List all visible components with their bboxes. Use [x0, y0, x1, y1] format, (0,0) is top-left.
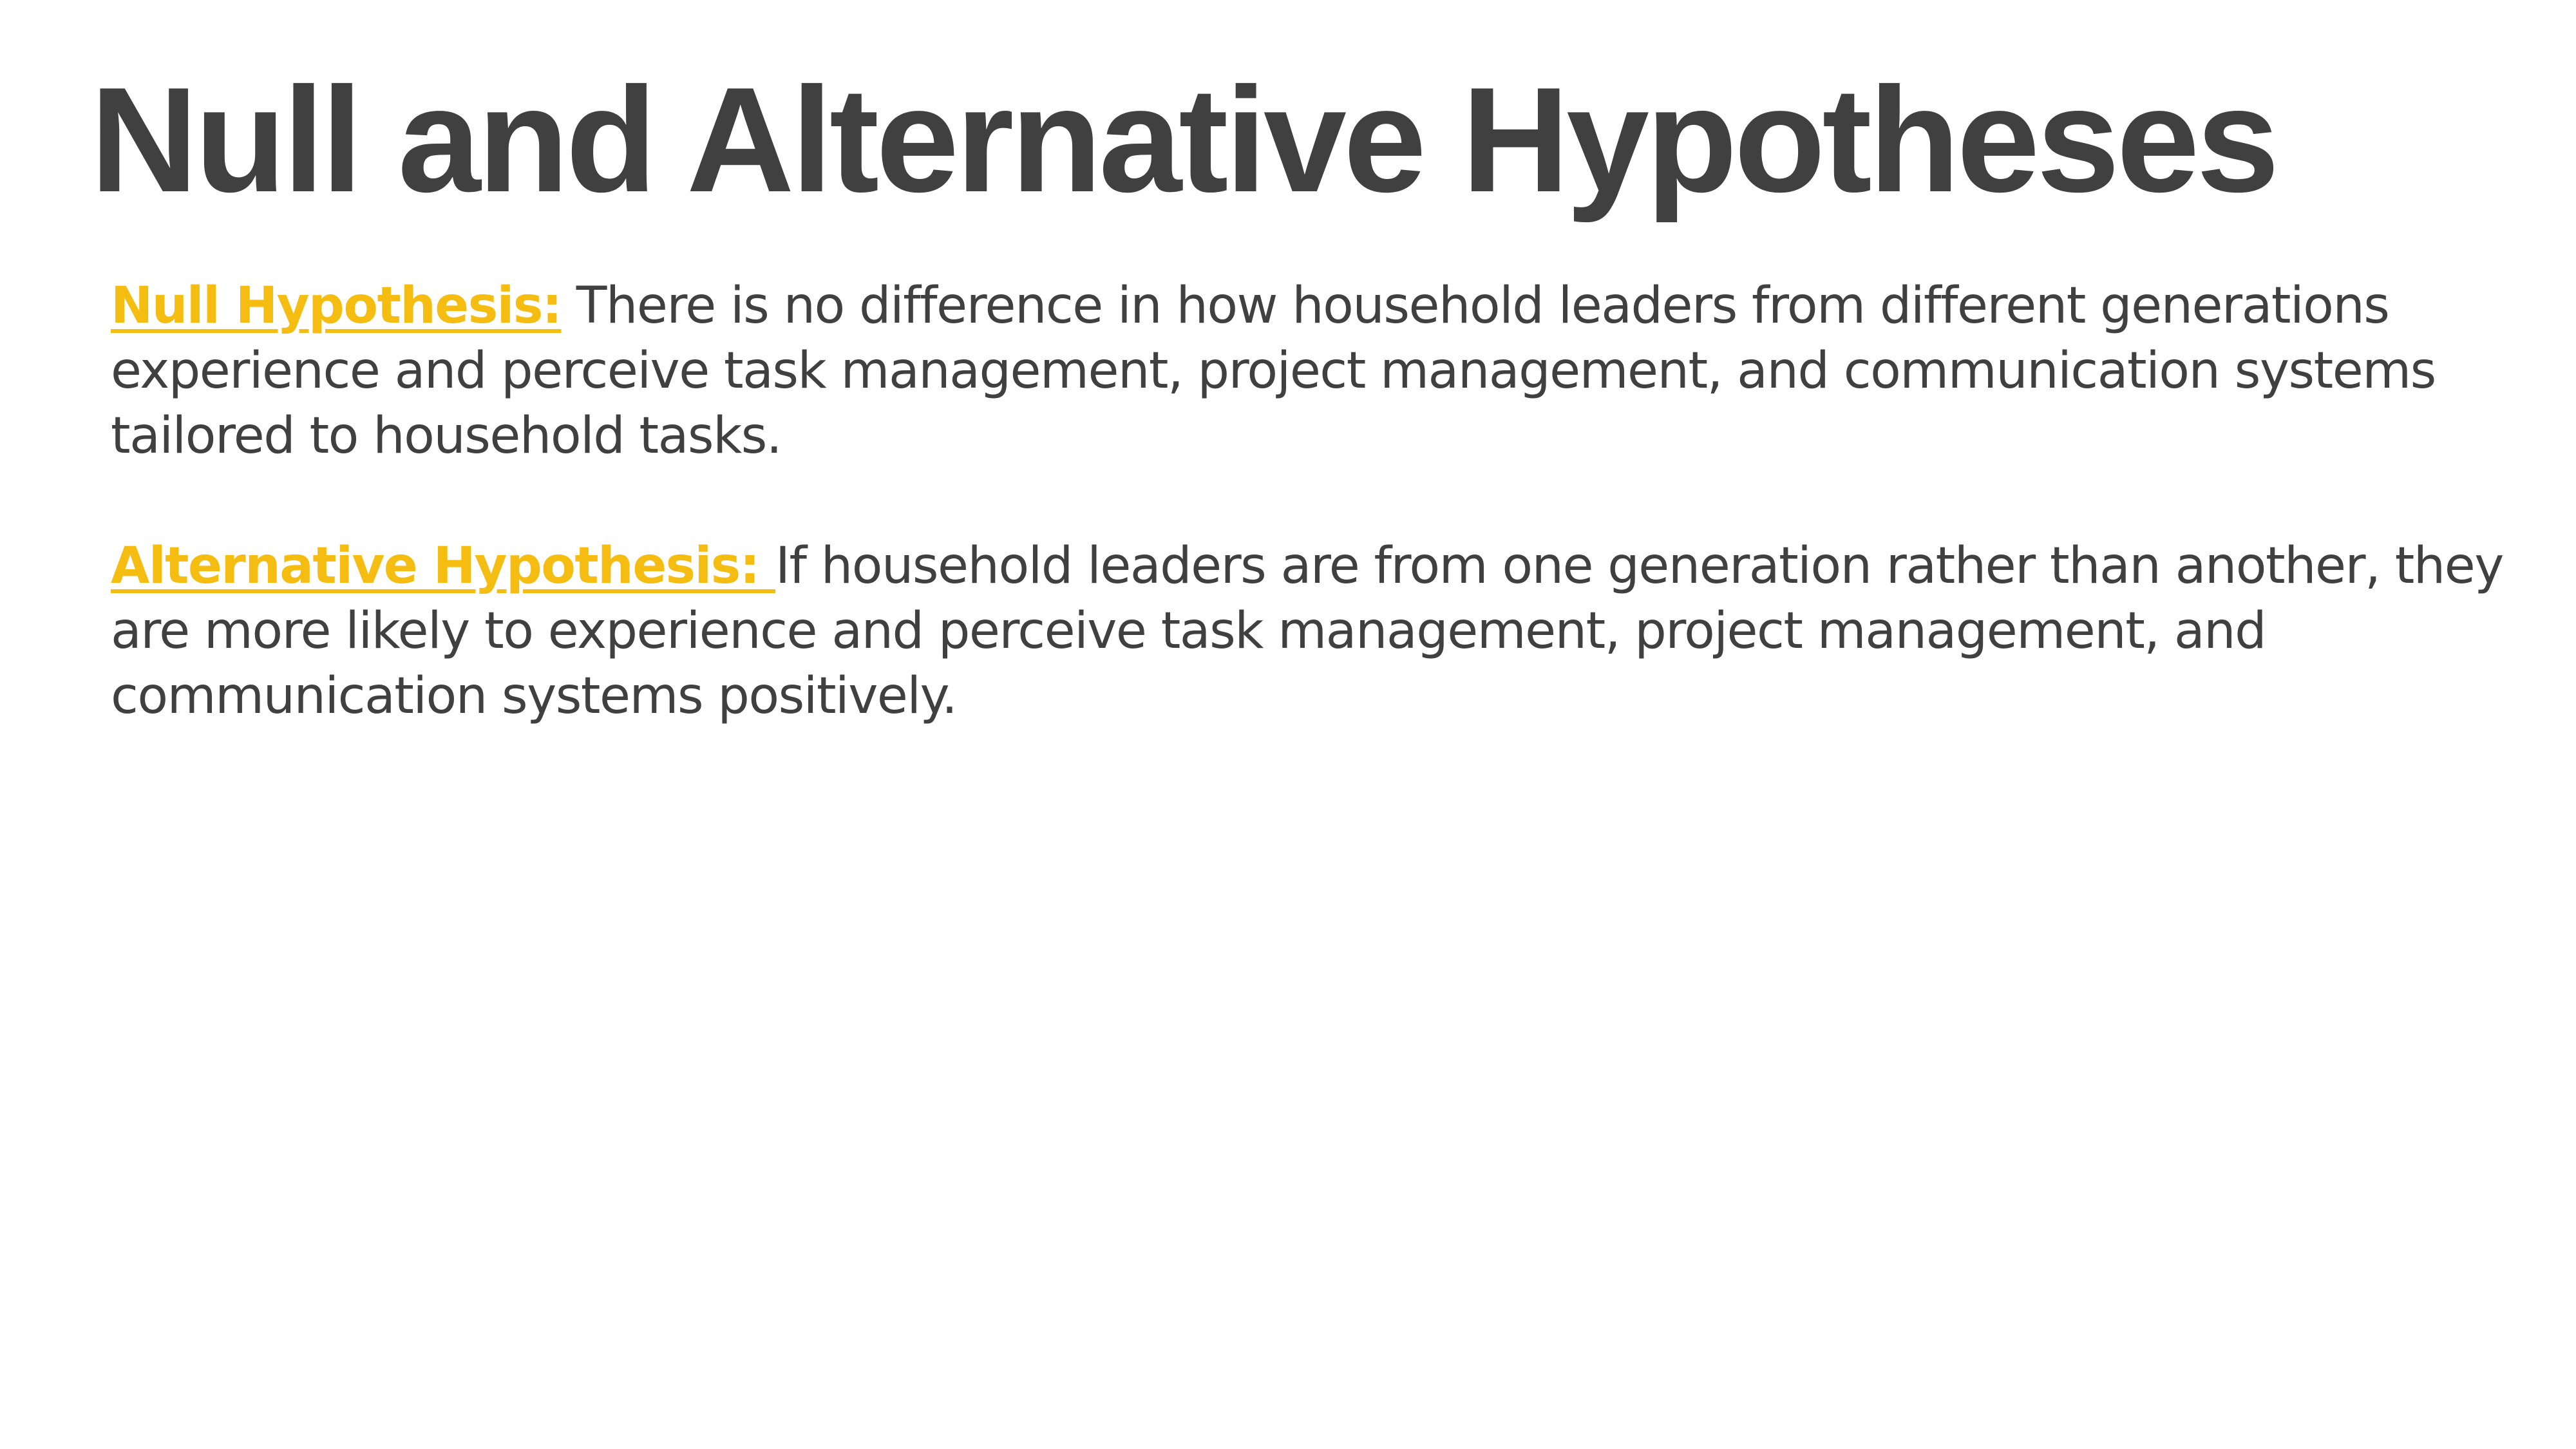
alternative-hypothesis-paragraph: Alternative Hypothesis: If household lea…: [111, 534, 2506, 729]
alternative-hypothesis-label[interactable]: Alternative Hypothesis:: [111, 537, 775, 595]
slide-body: Null Hypothesis: There is no difference …: [111, 274, 2506, 794]
slide: Null and Alternative Hypotheses Null Hyp…: [0, 0, 2576, 1449]
null-hypothesis-paragraph: Null Hypothesis: There is no difference …: [111, 274, 2506, 469]
page-title: Null and Alternative Hypotheses: [90, 57, 2280, 223]
null-hypothesis-label[interactable]: Null Hypothesis:: [111, 277, 562, 335]
